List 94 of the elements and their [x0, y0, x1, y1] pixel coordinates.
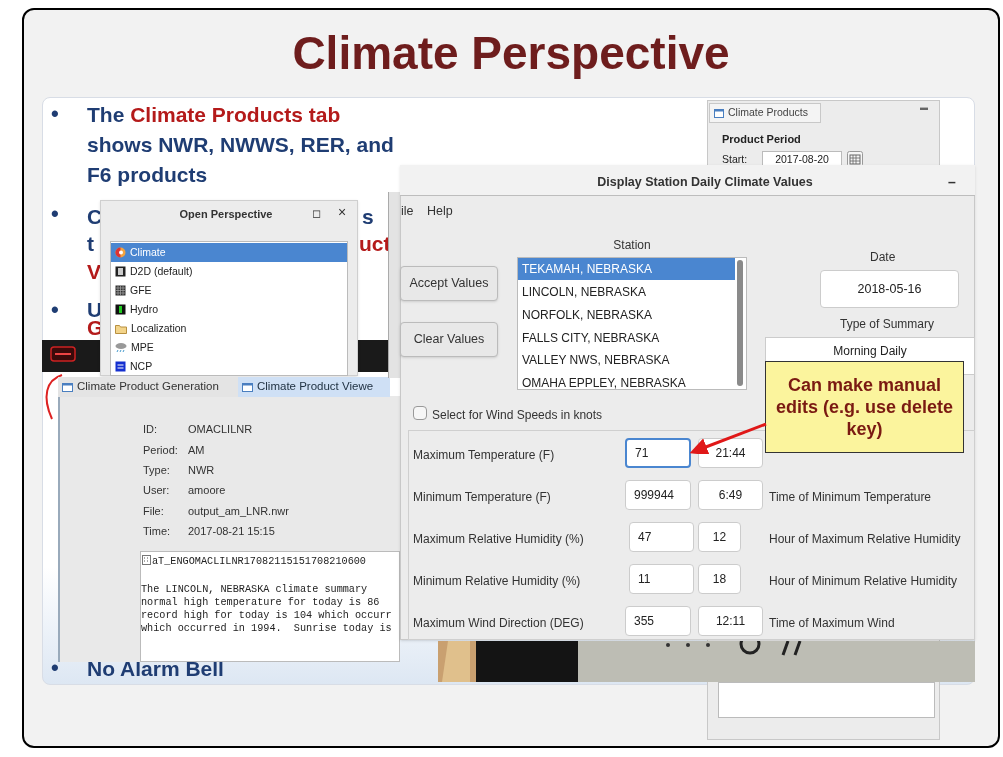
perspective-item[interactable]: D2D (default) [111, 262, 347, 281]
text-box[interactable] [718, 682, 935, 718]
perspective-item[interactable]: Climate [111, 243, 347, 262]
field-label: Period: [143, 443, 178, 458]
window-icon [242, 382, 253, 392]
row-label: Hour of Minimum Relative Humidity [769, 573, 958, 590]
field-value: 2017-08-21 15:15 [188, 524, 275, 539]
folder-icon [115, 323, 127, 334]
row-label: Time of Maximum Wind [769, 615, 895, 632]
callout: Can make manual edits (e.g. use delete key) [765, 361, 964, 453]
row-label: Hour of Maximum Relative Humidity [769, 531, 961, 548]
product-text-line: normal high temperature for today is 86 [141, 596, 380, 609]
window-icon [714, 108, 724, 118]
field-label: Time: [143, 524, 171, 539]
date-field[interactable]: 2018-05-16 [820, 270, 959, 308]
field-value: AM [188, 443, 205, 458]
product-text-line: The LINCOLN, NEBRASKA climate summary [141, 583, 368, 596]
field-value: OMACLILNR [188, 422, 253, 437]
row-label: Maximum Relative Humidity (%) [413, 531, 584, 548]
field-value: NWR [188, 463, 215, 478]
perspective-item[interactable]: MPE [111, 338, 347, 357]
grid-icon [115, 285, 126, 296]
time-field[interactable]: 6:49 [698, 480, 763, 510]
time-field[interactable]: 12 [698, 522, 741, 552]
value-field[interactable]: 47 [629, 522, 694, 552]
viewer-tab[interactable]: Climate Product Viewe [238, 377, 390, 397]
field-value: amoore [188, 483, 226, 498]
field-value: output_am_LNR.nwr [188, 504, 289, 519]
time-field[interactable]: 21:44 [698, 438, 763, 468]
bullet-icon: • [51, 100, 59, 127]
list-label: Station [612, 237, 652, 254]
group-title: Product Period [722, 132, 801, 147]
document-icon [142, 555, 151, 565]
time-field[interactable]: 18 [698, 564, 741, 594]
value-field[interactable]: 355 [625, 606, 691, 636]
perspective-item[interactable]: Localization [111, 319, 347, 338]
rain-cloud-icon [115, 342, 127, 353]
close-icon[interactable]: × [338, 203, 347, 221]
bullet-icon: • [51, 654, 59, 681]
bullet-icon: • [51, 200, 59, 227]
bullet-text: s [362, 204, 374, 230]
minimize-icon[interactable]: – [948, 172, 956, 193]
perspective-item[interactable]: Hydro [111, 300, 347, 319]
product-text-line: record high for today is 104 which occurr [141, 609, 392, 622]
row-label: Minimum Temperature (F) [413, 489, 551, 506]
panel-tab[interactable]: Climate Products [709, 103, 821, 123]
menu-item[interactable]: Help [427, 202, 453, 221]
station-item[interactable]: VALLEY NWS, NEBRASKA [518, 349, 735, 371]
row-label: Minimum Relative Humidity (%) [413, 573, 581, 590]
station-item[interactable]: TEKAMAH, NEBRASKA [518, 258, 735, 280]
viewer-tab[interactable]: Climate Product Generation [58, 377, 238, 397]
field-label: Type of Summary [840, 316, 935, 333]
row-label: Maximum Temperature (F) [413, 447, 555, 464]
station-item[interactable]: NORFOLK, NEBRASKA [518, 304, 735, 326]
bullet-text: C [87, 204, 103, 230]
checkbox[interactable] [413, 406, 427, 420]
bullet-icon: • [51, 296, 59, 323]
field-label: User: [143, 483, 170, 498]
dialog-title: Display Station Daily Climate Values [596, 174, 814, 191]
row-label: Maximum Wind Direction (DEG) [413, 615, 584, 632]
perspective-item[interactable]: GFE [111, 281, 347, 300]
station-item[interactable]: LINCOLN, NEBRASKA [518, 281, 735, 303]
field-label: ID: [143, 422, 158, 437]
checkbox-label: Select for Wind Speeds in knots [432, 407, 603, 424]
row-label: Time of Minimum Temperature [769, 489, 932, 506]
value-field[interactable]: 11 [629, 564, 694, 594]
product-text-line: which occurred in 1994. Sunrise today is [141, 622, 392, 635]
station-item[interactable]: OMAHA EPPLEY, NEBRASKA [518, 372, 735, 394]
dialog-button[interactable]: Accept Values [400, 266, 498, 301]
field-label: Type: [143, 463, 170, 478]
bullet-text: The Climate Products tab shows NWR, NWWS, RER, and F6 products [87, 102, 395, 188]
time-field[interactable]: 12:11 [698, 606, 763, 636]
field-label: File: [143, 504, 164, 519]
window-icon [62, 382, 73, 392]
field-label: Date [870, 249, 896, 266]
bullet-text: t [87, 231, 94, 257]
menu-item[interactable]: ile [401, 202, 414, 221]
dialog-title: Open Perspective [178, 207, 274, 222]
scrollbar[interactable] [737, 260, 743, 386]
film-icon [115, 266, 126, 277]
maximize-icon[interactable]: ◻ [312, 205, 321, 222]
value-field[interactable]: 71 [625, 438, 691, 468]
bullet-text: No Alarm Bell [87, 656, 225, 682]
bullet-text: uct [359, 231, 391, 257]
logo-icon [50, 344, 76, 364]
minimize-icon[interactable]: ▬ [920, 104, 928, 112]
value-field[interactable]: 999944 [625, 480, 691, 510]
climate-icon [115, 247, 126, 258]
product-header: aT_ENGOMACLILNR17082115151708210600 [152, 555, 366, 569]
perspective-item[interactable]: NCP [111, 357, 347, 376]
bullet-text: V [87, 259, 101, 285]
station-item[interactable]: FALLS CITY, NEBRASKA [518, 327, 735, 349]
dialog-button[interactable]: Clear Values [400, 322, 498, 357]
field-label: Start: [722, 152, 748, 167]
